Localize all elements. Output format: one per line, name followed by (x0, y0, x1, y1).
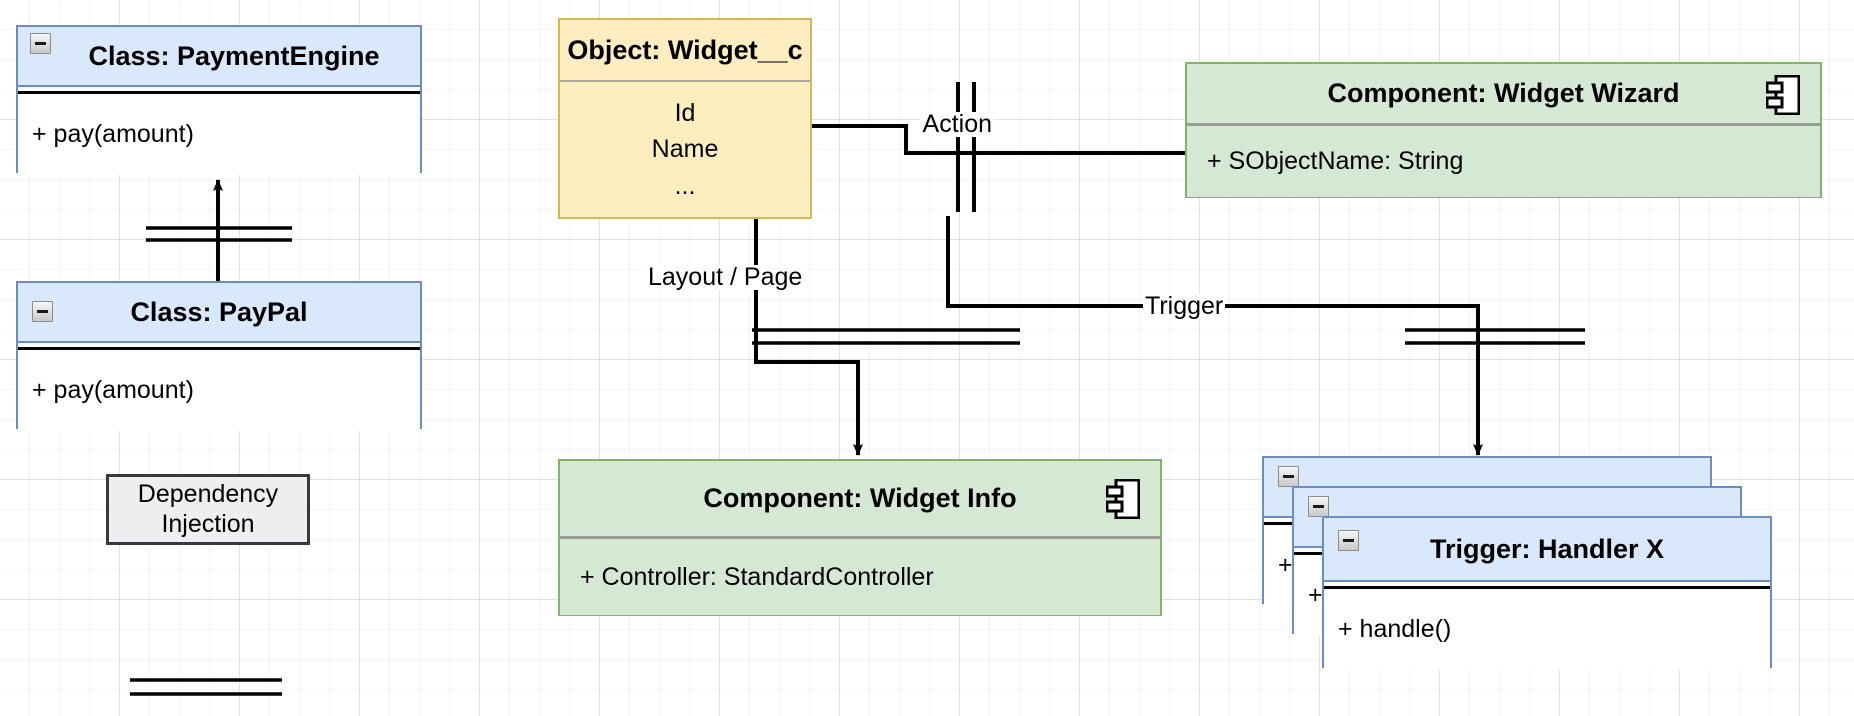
node-object-widget-c[interactable]: Object: Widget__c Id Name ... (558, 18, 812, 219)
edge-dependency-injection-marker (130, 678, 282, 696)
minus-icon[interactable] (1308, 496, 1329, 517)
component-icon (1106, 479, 1140, 519)
edge-inheritance (146, 179, 292, 285)
minus-icon[interactable] (32, 301, 53, 322)
node-title: Component: Widget Wizard (1187, 64, 1820, 126)
node-component-widget-wizard[interactable]: Component: Widget Wizard + SObjectName: … (1185, 62, 1822, 198)
node-title: Component: Widget Info (560, 461, 1160, 539)
node-title: Class: PayPal (18, 283, 420, 343)
note-line-2: Injection (161, 509, 255, 538)
node-title: Class: PaymentEngine (18, 27, 420, 87)
minus-icon[interactable] (1278, 466, 1299, 487)
node-body: + pay(amount) (18, 94, 420, 175)
node-body: + pay(amount) (18, 350, 420, 431)
node-attribute: + pay(amount) (32, 376, 194, 404)
node-attribute: + Controller: StandardController (580, 562, 934, 591)
node-attribute: ... (674, 171, 696, 200)
edge-label-action: Action (920, 110, 994, 138)
note-line-1: Dependency (137, 480, 279, 508)
node-trigger-handler-x[interactable]: Trigger: Handler X + handle() (1322, 516, 1772, 670)
diagram-canvas: Action Layout / Page Trigger Class: Paym… (0, 0, 1854, 716)
node-attribute: + pay(amount) (32, 120, 194, 148)
node-class-payment-engine[interactable]: Class: PaymentEngine + pay(amount) (16, 25, 422, 175)
node-attribute: + handle() (1338, 615, 1452, 643)
node-body: + handle() (1324, 589, 1770, 670)
edge-label-layout-page: Layout / Page (646, 263, 805, 291)
node-attribute: Id (674, 99, 696, 128)
component-icon (1766, 75, 1800, 115)
node-class-paypal[interactable]: Class: PayPal + pay(amount) (16, 281, 422, 431)
minus-icon[interactable] (30, 33, 51, 54)
node-title: Object: Widget__c (560, 20, 810, 82)
edge-layout-page (752, 218, 1020, 456)
node-body: Id Name ... (560, 82, 810, 217)
node-component-widget-info[interactable]: Component: Widget Info + Controller: Sta… (558, 459, 1162, 616)
edge-trigger (946, 216, 1585, 456)
node-attribute: + SObjectName: String (1207, 147, 1464, 175)
node-body: + Controller: StandardController (560, 539, 1160, 615)
minus-icon[interactable] (1338, 530, 1359, 551)
node-attribute: Name (651, 135, 719, 164)
node-title: Trigger: Handler X (1324, 518, 1770, 582)
note-dependency-injection[interactable]: Dependency Injection (106, 474, 310, 545)
edge-action (812, 82, 1201, 212)
edge-label-trigger: Trigger (1143, 292, 1226, 320)
node-body: + SObjectName: String (1187, 126, 1820, 197)
